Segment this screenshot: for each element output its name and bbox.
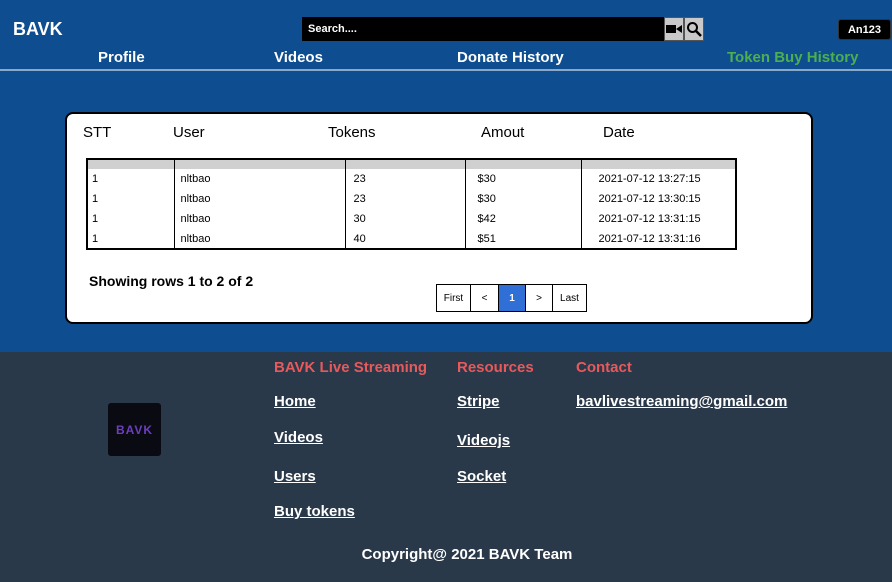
cell-date: 2021-07-12 13:30:15 [580,189,737,209]
footer-contact-email[interactable]: bavlivestreaming@gmail.com [576,393,787,410]
main-nav: Profile Videos Donate History Token Buy … [0,49,892,69]
footer-link-buy-tokens[interactable]: Buy tokens [274,503,355,520]
column-header-date: Date [603,124,635,141]
footer-link-socket[interactable]: Socket [457,468,506,485]
pagination: First < 1 > Last [436,284,587,312]
history-card: STT User Tokens Amout Date 1 nltbao 23 $… [65,112,813,324]
cell-user: nltbao [173,169,346,189]
cell-user: nltbao [173,229,346,249]
footer: BAVK BAVK Live Streaming Home Videos Use… [0,352,892,582]
rows-summary: Showing rows 1 to 2 of 2 [89,273,254,289]
copyright: Copyright@ 2021 BAVK Team [361,546,573,563]
nav-videos[interactable]: Videos [274,49,323,66]
cell-amount: $51 [464,229,582,249]
nav-profile[interactable]: Profile [98,49,145,66]
cell-amount: $30 [464,189,582,209]
pager-first-button[interactable]: First [436,284,471,312]
pager-next-button[interactable]: > [525,284,553,312]
cell-date: 2021-07-12 13:31:16 [580,229,737,249]
header: BAVK An123 Profile Videos Donate History… [0,0,892,352]
search-icon[interactable] [684,17,704,41]
cell-tokens: 30 [344,209,466,229]
nav-token-buy-history[interactable]: Token Buy History [727,49,858,66]
cell-tokens: 40 [344,229,466,249]
cell-amount: $42 [464,209,582,229]
footer-logo: BAVK [108,403,161,456]
footer-heading-bavk: BAVK Live Streaming [274,359,428,376]
cell-user: nltbao [173,209,346,229]
cell-stt: 1 [86,229,175,249]
nav-donate-history[interactable]: Donate History [457,49,564,66]
table-row: 1 nltbao 40 $51 2021-07-12 13:31:16 [86,229,737,249]
cell-stt: 1 [86,189,175,209]
history-table: 1 nltbao 23 $30 2021-07-12 13:27:15 1 nl… [86,158,737,250]
column-header-user: User [173,124,205,141]
cell-stt: 1 [86,169,175,189]
footer-link-videojs[interactable]: Videojs [457,432,510,449]
table-row: 1 nltbao 30 $42 2021-07-12 13:31:15 [86,209,737,229]
column-header-amount: Amout [481,124,525,141]
table-header-row [86,159,737,169]
brand-logo[interactable]: BAVK [13,19,63,40]
search-bar [302,17,704,41]
user-account-button[interactable]: An123 [838,19,891,40]
footer-link-users[interactable]: Users [274,468,316,485]
footer-heading-resources: Resources [457,359,534,376]
column-header-tokens: Tokens [328,124,376,141]
cell-tokens: 23 [344,189,466,209]
video-camera-icon[interactable] [664,17,684,41]
column-header-stt: STT [83,124,112,141]
pager-last-button[interactable]: Last [552,284,587,312]
table-row: 1 nltbao 23 $30 2021-07-12 13:30:15 [86,189,737,209]
footer-link-home[interactable]: Home [274,393,316,410]
pager-page-1-button[interactable]: 1 [498,284,526,312]
cell-tokens: 23 [344,169,466,189]
footer-link-videos[interactable]: Videos [274,429,323,446]
nav-divider [0,69,892,71]
cell-amount: $30 [464,169,582,189]
footer-heading-contact: Contact [576,359,632,376]
pager-prev-button[interactable]: < [470,284,499,312]
footer-link-stripe[interactable]: Stripe [457,393,500,410]
cell-date: 2021-07-12 13:31:15 [580,209,737,229]
cell-stt: 1 [86,209,175,229]
search-input[interactable] [302,17,664,41]
cell-date: 2021-07-12 13:27:15 [580,169,737,189]
cell-user: nltbao [173,189,346,209]
table-row: 1 nltbao 23 $30 2021-07-12 13:27:15 [86,169,737,189]
